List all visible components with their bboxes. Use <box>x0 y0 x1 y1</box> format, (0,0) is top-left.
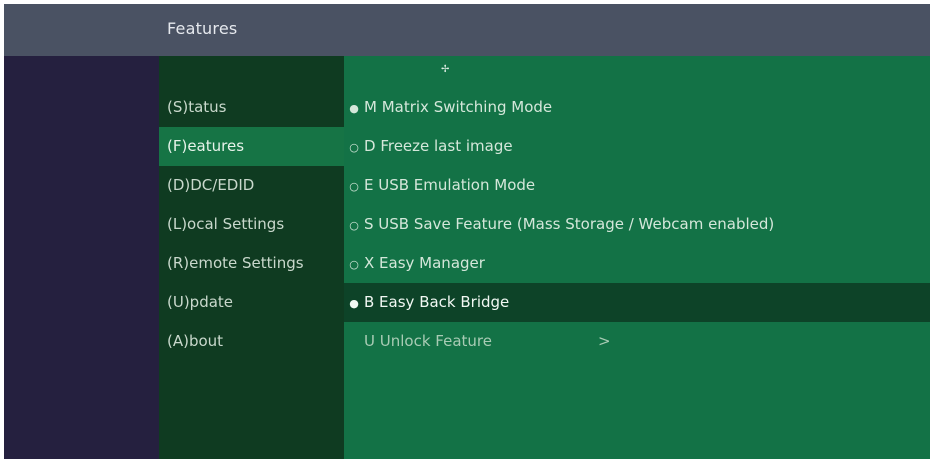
feature-matrix-switching[interactable]: ● M Matrix Switching Mode <box>344 88 930 127</box>
feature-usb-save[interactable]: ○ S USB Save Feature (Mass Storage / Webc… <box>344 205 930 244</box>
menu-item-local-settings[interactable]: (L)ocal Settings <box>159 205 344 244</box>
unlock-feature-label: U Unlock Feature <box>364 332 492 350</box>
radio-unselected-icon: ○ <box>349 258 359 271</box>
radio-unselected-icon: ○ <box>349 141 359 154</box>
menu-item-about[interactable]: (A)bout <box>159 322 344 361</box>
feature-label: S USB Save Feature (Mass Storage / Webca… <box>364 215 775 233</box>
feature-label: E USB Emulation Mode <box>364 176 536 194</box>
feature-usb-emulation[interactable]: ○ E USB Emulation Mode <box>344 166 930 205</box>
radio-selected-icon: ● <box>349 297 359 310</box>
app-frame: Features (S)tatus (F)eatures (D)DC/EDID … <box>4 4 930 459</box>
menu-item-remote-settings[interactable]: (R)emote Settings <box>159 244 344 283</box>
feature-freeze-last-image[interactable]: ○ D Freeze last image <box>344 127 930 166</box>
left-margin <box>4 56 159 459</box>
menu-item-update[interactable]: (U)pdate <box>159 283 344 322</box>
header-bar: Features <box>4 4 930 56</box>
features-panel: ✢ ● M Matrix Switching Mode ○ D Freeze las… <box>344 56 930 459</box>
radio-unselected-icon: ○ <box>349 180 359 193</box>
feature-easy-manager[interactable]: ○ X Easy Manager <box>344 244 930 283</box>
feature-easy-back-bridge[interactable]: ● B Easy Back Bridge <box>344 283 930 322</box>
feature-label: M Matrix Switching Mode <box>364 98 553 116</box>
menu-item-status[interactable]: (S)tatus <box>159 88 344 127</box>
feature-label: X Easy Manager <box>364 254 485 272</box>
radio-selected-icon: ● <box>349 102 359 115</box>
page-title: Features <box>167 19 238 38</box>
menu-item-ddc-edid[interactable]: (D)DC/EDID <box>159 166 344 205</box>
chevron-right-icon: > <box>598 332 611 350</box>
unlock-feature-item[interactable]: U Unlock Feature > <box>344 322 930 361</box>
feature-label: B Easy Back Bridge <box>364 293 510 311</box>
cursor-icon: ✢ <box>441 64 450 75</box>
menu-item-features[interactable]: (F)eatures <box>159 127 344 166</box>
main-menu: (S)tatus (F)eatures (D)DC/EDID (L)ocal S… <box>159 56 344 459</box>
radio-unselected-icon: ○ <box>349 219 359 232</box>
feature-label: D Freeze last image <box>364 137 513 155</box>
